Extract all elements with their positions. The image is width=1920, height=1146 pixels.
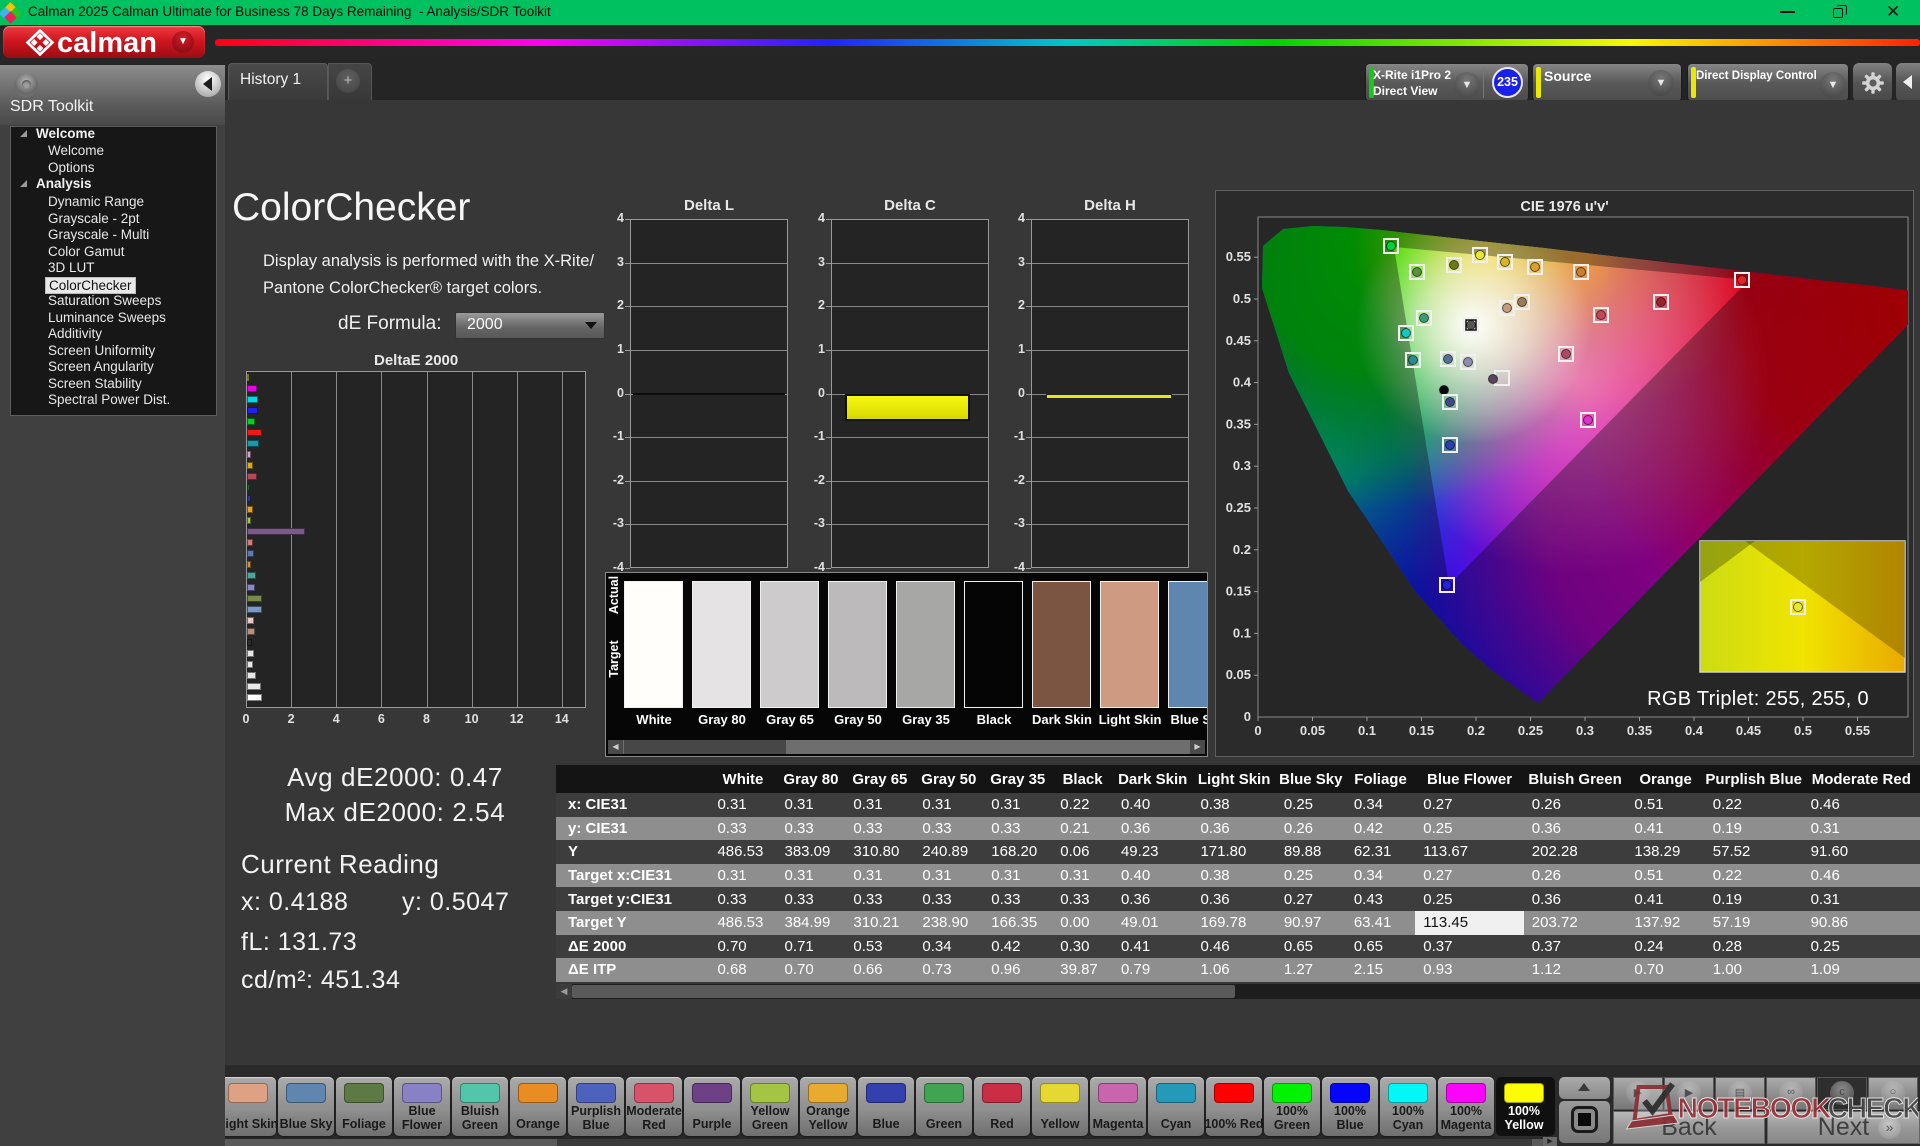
svg-text:0.55: 0.55 xyxy=(1845,723,1870,738)
svg-text:0: 0 xyxy=(1254,723,1261,738)
svg-text:0.3: 0.3 xyxy=(1233,458,1251,473)
svg-text:0.2: 0.2 xyxy=(1467,723,1485,738)
svg-text:0.35: 0.35 xyxy=(1627,723,1652,738)
svg-text:0.1: 0.1 xyxy=(1358,723,1376,738)
svg-text:0.25: 0.25 xyxy=(1518,723,1543,738)
svg-text:0.45: 0.45 xyxy=(1226,333,1251,348)
svg-text:0.45: 0.45 xyxy=(1736,723,1761,738)
svg-text:0.1: 0.1 xyxy=(1233,625,1251,640)
svg-text:RGB Triplet: 255, 255, 0: RGB Triplet: 255, 255, 0 xyxy=(1647,688,1869,710)
svg-text:0: 0 xyxy=(1244,709,1251,724)
svg-text:0.55: 0.55 xyxy=(1226,249,1251,264)
svg-text:0.5: 0.5 xyxy=(1794,723,1812,738)
svg-text:0.35: 0.35 xyxy=(1226,416,1251,431)
svg-text:0.15: 0.15 xyxy=(1409,723,1434,738)
svg-text:CHECK: CHECK xyxy=(1828,1093,1919,1125)
svg-text:0.15: 0.15 xyxy=(1226,584,1251,599)
svg-text:0.05: 0.05 xyxy=(1300,723,1325,738)
svg-text:0.4: 0.4 xyxy=(1233,375,1252,390)
svg-text:0.25: 0.25 xyxy=(1226,500,1251,515)
svg-text:NOTEBOOK: NOTEBOOK xyxy=(1678,1093,1833,1125)
svg-text:0.05: 0.05 xyxy=(1226,667,1251,682)
svg-text:0.2: 0.2 xyxy=(1233,542,1251,557)
svg-text:0.5: 0.5 xyxy=(1233,291,1251,306)
svg-text:0.3: 0.3 xyxy=(1576,723,1594,738)
svg-text:0.4: 0.4 xyxy=(1685,723,1704,738)
